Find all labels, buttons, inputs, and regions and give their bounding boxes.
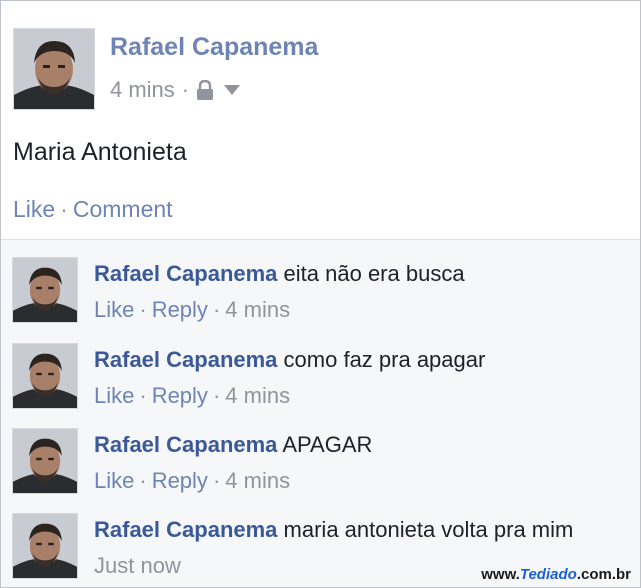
profile-photo-icon [13, 258, 77, 322]
action-separator: · [60, 196, 68, 222]
comment-like-button[interactable]: Like [94, 297, 134, 322]
comment-actions: Like · Reply · 4 mins [94, 468, 290, 494]
lock-icon[interactable] [196, 80, 214, 100]
comment-author-name[interactable]: Rafael Capanema [94, 517, 277, 542]
comment-author-avatar[interactable] [12, 428, 78, 494]
comment-timestamp[interactable]: 4 mins [225, 297, 290, 322]
like-button[interactable]: Like [13, 196, 55, 222]
comment-text: como faz pra apagar [283, 347, 486, 372]
comment-item: Rafael Capanema eita não era busca Like ·… [1, 240, 640, 326]
comment-body: Rafael Capanema eita não era busca [94, 261, 465, 287]
comment-actions: Like · Reply · 4 mins [94, 383, 290, 409]
profile-photo-icon [13, 514, 77, 578]
site-watermark: www.Tediado.com.br [481, 566, 631, 583]
comment-text: eita não era busca [283, 261, 465, 286]
action-separator: · [139, 383, 147, 408]
post-actions: Like · Comment [13, 196, 173, 223]
comment-author-name[interactable]: Rafael Capanema [94, 347, 277, 372]
profile-photo-icon [14, 29, 94, 109]
comment-reply-button[interactable]: Reply [152, 297, 208, 322]
comment-author-name[interactable]: Rafael Capanema [94, 261, 277, 286]
action-separator: · [212, 383, 221, 408]
post-message: Maria Antonieta [13, 138, 187, 166]
comment-body: Rafael Capanema maria antonieta volta pr… [94, 517, 573, 543]
profile-photo-icon [13, 429, 77, 493]
comment-reply-button[interactable]: Reply [152, 468, 208, 493]
comment-body: Rafael Capanema como faz pra apagar [94, 347, 485, 373]
comment-body: Rafael Capanema APAGAR [94, 432, 372, 458]
action-separator: · [212, 468, 221, 493]
comment-text: APAGAR [282, 432, 373, 457]
comment-timestamp[interactable]: Just now [94, 553, 181, 578]
chevron-down-icon[interactable] [224, 85, 241, 95]
comment-text: maria antonieta volta pra mim [283, 517, 574, 542]
meta-separator: · [181, 77, 190, 102]
comment-actions: Just now [94, 553, 181, 579]
comments-section: Rafael Capanema eita não era busca Like ·… [1, 239, 640, 587]
comment-like-button[interactable]: Like [94, 383, 134, 408]
comment-like-button[interactable]: Like [94, 468, 134, 493]
action-separator: · [139, 468, 147, 493]
comment-author-avatar[interactable] [12, 513, 78, 579]
comment-timestamp[interactable]: 4 mins [225, 383, 290, 408]
post-author-avatar[interactable] [13, 28, 95, 110]
comment-timestamp[interactable]: 4 mins [225, 468, 290, 493]
action-separator: · [212, 297, 221, 322]
comment-author-avatar[interactable] [12, 257, 78, 323]
action-separator: · [139, 297, 147, 322]
watermark-brand: Tediado [519, 566, 577, 583]
post-timestamp[interactable]: 4 mins [110, 77, 175, 103]
comment-actions: Like · Reply · 4 mins [94, 297, 290, 323]
watermark-suffix: .com.br [576, 566, 631, 583]
profile-photo-icon [13, 344, 77, 408]
watermark-prefix: www. [481, 566, 520, 583]
post-author-name[interactable]: Rafael Capanema [110, 33, 318, 62]
comment-author-name[interactable]: Rafael Capanema [94, 432, 277, 457]
comment-button[interactable]: Comment [73, 196, 173, 222]
comment-item: Rafael Capanema APAGAR Like · Reply · 4 mins [1, 411, 640, 497]
comment-author-avatar[interactable] [12, 343, 78, 409]
comment-item: Rafael Capanema como faz pra apagar Like… [1, 326, 640, 412]
post-card: Rafael Capanema 4 mins · Maria Antonieta… [1, 1, 640, 239]
post-meta: 4 mins · [110, 77, 241, 103]
comment-reply-button[interactable]: Reply [152, 383, 208, 408]
